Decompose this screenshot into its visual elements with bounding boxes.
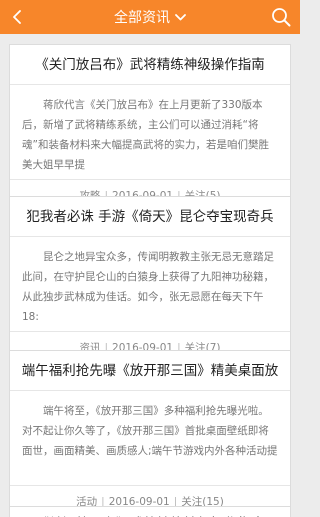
article-card[interactable]: 端午福利抢先曝《放开那三国》精美桌面放 端午将至，《放开那三国》多种福利抢先曝光… [9,350,291,517]
article-list[interactable]: 《关门放吕布》武将精练神级操作指南 蒋欣代言《关门放吕布》在上月更新了330版本… [0,34,300,517]
chevron-left-icon [13,10,21,24]
search-icon [272,8,291,27]
article-title[interactable]: 犯我者必诛 手游《倚天》昆仑夺宝现奇兵 [10,197,290,237]
article-title[interactable]: 《关门放吕布》武将精练神级操作指南 [10,45,290,85]
top-nav-bar: 全部资讯 [0,0,300,34]
article-summary: 蒋欣代言《关门放吕布》在上月更新了330版本后，新增了武将精练系统，主公们可以通… [10,85,290,180]
article-summary: 昆仑之地异宝众多，传闻明教教主张无忌无意踏足此间，在守护昆仑山的白猿身上获得了九… [10,237,290,332]
back-button[interactable] [0,0,34,34]
search-button[interactable] [266,2,296,32]
article-card-partial[interactable]: 《关门放吕布》武将精练神级操作指南 [9,506,291,517]
article-title[interactable]: 端午福利抢先曝《放开那三国》精美桌面放 [10,351,290,391]
article-title[interactable]: 《关门放吕布》武将精练神级操作指南 [10,507,290,517]
article-card[interactable]: 《关门放吕布》武将精练神级操作指南 蒋欣代言《关门放吕布》在上月更新了330版本… [9,44,291,214]
article-summary: 端午将至，《放开那三国》多种福利抢先曝光啦。对不起让你久等了，《放开那三国》首批… [10,391,290,486]
page-title: 全部资讯 [114,10,170,26]
chevron-down-icon [175,13,186,20]
category-dropdown[interactable]: 全部资讯 [114,7,186,27]
article-card[interactable]: 犯我者必诛 手游《倚天》昆仑夺宝现奇兵 昆仑之地异宝众多，传闻明教教主张无忌无意… [9,196,291,366]
